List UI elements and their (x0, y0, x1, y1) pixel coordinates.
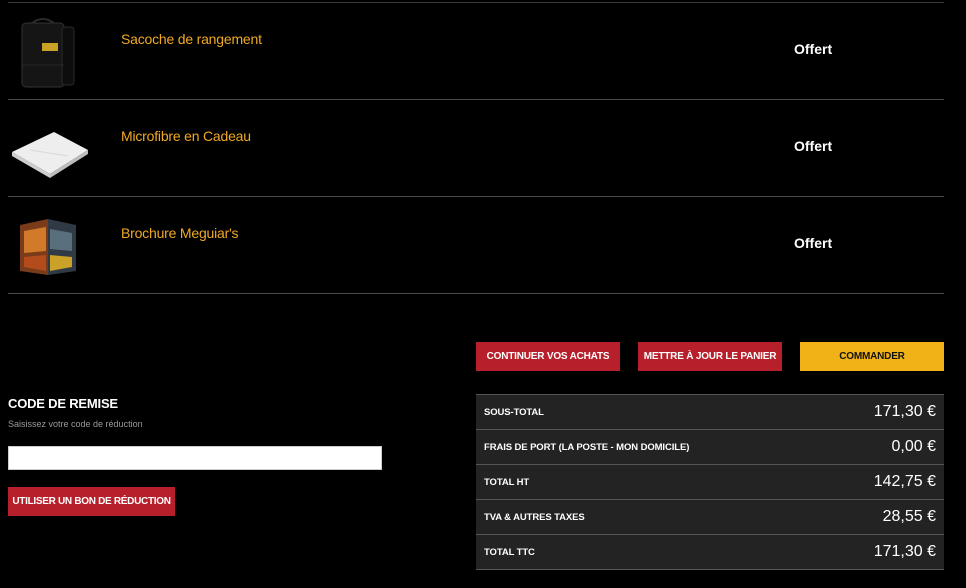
discount-section: CODE DE REMISE Saisissez votre code de r… (8, 396, 388, 516)
totals-value: 142,75 € (873, 473, 936, 490)
cart-items-list: Sacoche de rangement Offert Microfibre e… (8, 2, 944, 294)
microfiber-cloth-icon[interactable] (10, 114, 90, 186)
totals-label: TOTAL TTC (484, 546, 535, 558)
item-name[interactable]: Brochure Meguiar's (121, 225, 239, 241)
totals-value: 28,55 € (882, 508, 936, 525)
cart-row: Sacoche de rangement Offert (8, 3, 944, 100)
item-price: Offert (794, 235, 833, 251)
storage-bag-icon[interactable] (10, 17, 90, 89)
totals-label: TVA & AUTRES TAXES (484, 511, 585, 523)
brochure-icon[interactable] (10, 211, 90, 283)
totals-table: SOUS-TOTAL 171,30 € FRAIS DE PORT (LA PO… (476, 394, 944, 570)
totals-value: 171,30 € (873, 543, 936, 560)
cart-row: Brochure Meguiar's Offert (8, 197, 944, 294)
totals-label: SOUS-TOTAL (484, 406, 544, 418)
totals-row: TOTAL TTC 171,30 € (476, 535, 944, 570)
discount-title: CODE DE REMISE (8, 396, 118, 411)
totals-row: FRAIS DE PORT (LA POSTE - MON DOMICILE) … (476, 430, 944, 465)
item-name[interactable]: Microfibre en Cadeau (121, 128, 251, 144)
totals-row: TVA & AUTRES TAXES 28,55 € (476, 500, 944, 535)
totals-row: SOUS-TOTAL 171,30 € (476, 395, 944, 430)
totals-label: TOTAL HT (484, 476, 530, 488)
totals-row: TOTAL HT 142,75 € (476, 465, 944, 500)
continue-shopping-button[interactable]: CONTINUER VOS ACHATS (476, 342, 620, 371)
cart-row: Microfibre en Cadeau Offert (8, 100, 944, 197)
totals-label: FRAIS DE PORT (LA POSTE - MON DOMICILE) (484, 441, 690, 453)
discount-code-input[interactable] (8, 446, 382, 470)
totals-value: 0,00 € (891, 438, 936, 455)
item-name[interactable]: Sacoche de rangement (121, 31, 262, 47)
totals-value: 171,30 € (873, 403, 936, 420)
item-price: Offert (794, 41, 833, 57)
item-price: Offert (794, 138, 833, 154)
apply-discount-button[interactable]: UTILISER UN BON DE RÉDUCTION (8, 487, 175, 516)
checkout-button[interactable]: COMMANDER (800, 342, 944, 371)
discount-subtitle: Saisissez votre code de réduction (8, 419, 143, 429)
update-cart-button[interactable]: METTRE À JOUR LE PANIER (638, 342, 782, 371)
